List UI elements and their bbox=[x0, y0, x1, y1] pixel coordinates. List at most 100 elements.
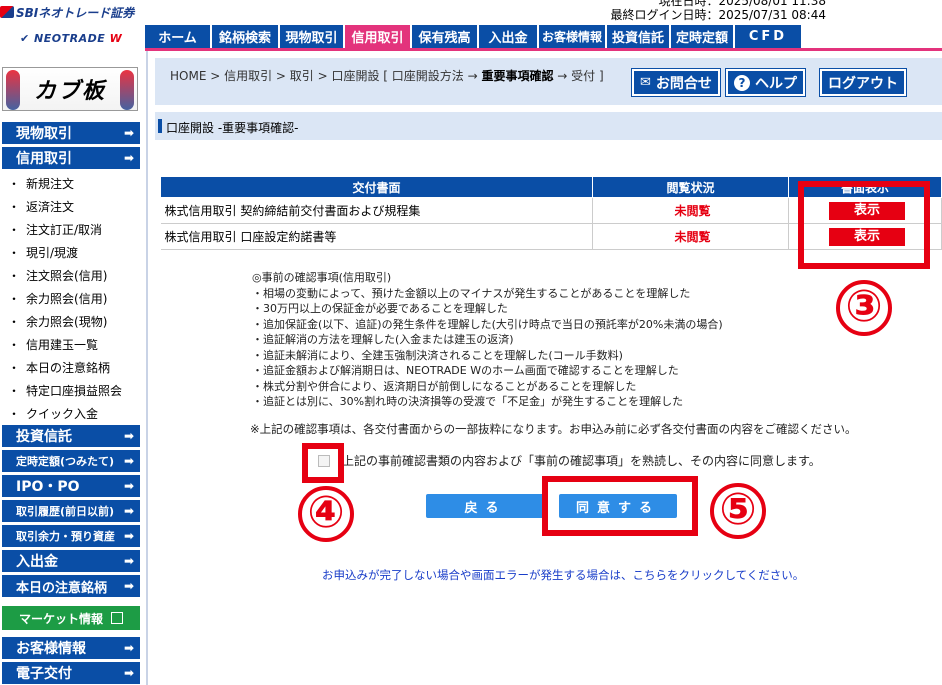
sbi-logo[interactable]: SBIネオトレード証券 bbox=[0, 2, 140, 22]
side-customer-label: お客様情報 bbox=[16, 641, 86, 657]
breadcrumb-path[interactable]: HOME > 信用取引 > 取引 > 口座開設 [ 口座開設方法 → bbox=[170, 69, 481, 83]
question-icon: ? bbox=[734, 74, 750, 91]
top-divider bbox=[145, 48, 942, 51]
side-rireki-label: 取引履歴(前日以前) bbox=[16, 505, 115, 518]
title-marker bbox=[158, 119, 162, 133]
market-info-button[interactable]: マーケット情報 bbox=[2, 606, 140, 630]
arrow-right-icon: ➡ bbox=[123, 479, 134, 493]
note-item: ・追証解消の方法を理解した(入金または建玉の返済) bbox=[252, 333, 514, 346]
external-link-icon bbox=[111, 612, 123, 624]
nav-teiji[interactable]: 定時定額 bbox=[671, 25, 735, 48]
note-item: ・追加保証金(以下、追証)の発生条件を理解した(大引け時点で当日の預託率が20%… bbox=[252, 317, 723, 331]
side-shinyo[interactable]: 信用取引 ➡ bbox=[2, 147, 140, 169]
nav-home[interactable]: ホーム bbox=[145, 25, 212, 48]
help-button[interactable]: ? ヘルプ bbox=[725, 68, 806, 97]
highlight-box-5 bbox=[542, 476, 698, 536]
market-info-label: マーケット情報 bbox=[18, 611, 103, 626]
help-label: ヘルプ bbox=[755, 75, 797, 92]
side-toushin[interactable]: 投資信託 ➡ bbox=[2, 425, 140, 447]
nav-nyushukkin[interactable]: 入出金 bbox=[479, 25, 539, 48]
side-sub-new-order[interactable]: 新規注文 bbox=[8, 172, 74, 194]
annotation-number-3: ③ bbox=[836, 280, 892, 336]
kabu-ita-banner[interactable]: カブ板 bbox=[2, 67, 138, 111]
sbi-mark-icon bbox=[0, 6, 14, 18]
neotrade-logo[interactable]: ✔ NEOTRADE W bbox=[20, 32, 122, 45]
back-button[interactable]: 戻る bbox=[426, 494, 545, 518]
side-yoryoku-label: 取引余力・預り資産 bbox=[16, 530, 115, 543]
side-genbutsu-label: 現物取引 bbox=[16, 126, 72, 142]
highlight-box-3 bbox=[798, 181, 930, 269]
side-teiji[interactable]: 定時定額(つみたて) ➡ bbox=[2, 450, 140, 472]
arrow-right-icon: ➡ bbox=[123, 641, 134, 655]
neotrade-w: W bbox=[109, 32, 123, 45]
banner-deco-icon bbox=[120, 70, 134, 110]
note-item: ・株式分割や併合により、返済期日が前倒しになることがあることを理解した bbox=[252, 379, 637, 393]
arrow-right-icon: ➡ bbox=[123, 554, 134, 568]
sbi-logo-text: SBIネオトレード証券 bbox=[16, 5, 135, 20]
contact-label: お問合せ bbox=[655, 75, 712, 92]
breadcrumb-current: 重要事項確認 bbox=[481, 69, 554, 83]
doc-name: 株式信用取引 契約締結前交付書面および規程集 bbox=[160, 197, 593, 224]
col-document: 交付書面 bbox=[160, 176, 593, 198]
side-denshi[interactable]: 電子交付 ➡ bbox=[2, 662, 140, 684]
logout-button[interactable]: ログアウト bbox=[819, 68, 907, 97]
side-nyushukkin[interactable]: 入出金 ➡ bbox=[2, 550, 140, 572]
kabu-ita-text: カブ板 bbox=[33, 78, 106, 104]
arrow-right-icon: ➡ bbox=[123, 151, 134, 165]
note-item: ・追証とは別に、30%割れ時の決済損等の受渡で「不足金」が発生することを理解した bbox=[252, 395, 684, 408]
side-sub-caution[interactable]: 本日の注意銘柄 bbox=[8, 356, 110, 378]
nav-customer[interactable]: お客様情報 bbox=[539, 25, 607, 48]
nav-shinyo[interactable]: 信用取引 bbox=[345, 25, 412, 48]
nav-toushin[interactable]: 投資信託 bbox=[607, 25, 671, 48]
confirmation-notes: ◎事前の確認事項(信用取引) ・相場の変動によって、預けた金額以上のマイナスが発… bbox=[252, 270, 723, 410]
top-nav: ホーム 銘柄検索 現物取引 信用取引 保有残高 入出金 お客様情報 投資信託 定… bbox=[145, 25, 803, 48]
contact-button[interactable]: ✉ お問合せ bbox=[631, 68, 721, 97]
side-customer[interactable]: お客様情報 ➡ bbox=[2, 637, 140, 659]
arrow-right-icon: ➡ bbox=[123, 529, 134, 543]
agree-label: 上記の事前確認書類の内容および「事前の確認事項」を熟読し、その内容に同意します。 bbox=[342, 454, 821, 468]
sidebar-divider bbox=[146, 51, 148, 685]
side-ipo[interactable]: IPO・PO ➡ bbox=[2, 475, 140, 497]
arrow-right-icon: ➡ bbox=[123, 579, 134, 593]
side-rireki[interactable]: 取引履歴(前日以前) ➡ bbox=[2, 500, 140, 522]
breadcrumb: HOME > 信用取引 > 取引 > 口座開設 [ 口座開設方法 → 重要事項確… bbox=[170, 67, 604, 84]
side-yoryoku[interactable]: 取引余力・預り資産 ➡ bbox=[2, 525, 140, 547]
page-title: 口座開設 -重要事項確認- bbox=[166, 121, 299, 135]
annotation-number-4: ④ bbox=[298, 486, 354, 542]
side-sub-margin-genbutsu[interactable]: 余力照会(現物) bbox=[8, 310, 107, 332]
annotation-number-5: ⑤ bbox=[710, 483, 766, 539]
notes-heading: ◎事前の確認事項(信用取引) bbox=[252, 271, 392, 284]
view-status: 未閲覧 bbox=[592, 223, 789, 250]
side-sub-positions[interactable]: 信用建玉一覧 bbox=[8, 333, 98, 355]
side-chui[interactable]: 本日の注意銘柄 ➡ bbox=[2, 575, 140, 597]
side-sub-tokutei[interactable]: 特定口座損益照会 bbox=[8, 379, 122, 401]
side-sub-quick-deposit[interactable]: クイック入金 bbox=[8, 402, 98, 424]
side-genbutsu[interactable]: 現物取引 ➡ bbox=[2, 122, 140, 144]
nav-hoyu[interactable]: 保有残高 bbox=[412, 25, 479, 48]
agree-row: 上記の事前確認書類の内容および「事前の確認事項」を熟読し、その内容に同意します。 bbox=[318, 452, 821, 469]
side-sub-margin-shinyo[interactable]: 余力照会(信用) bbox=[8, 287, 107, 309]
note-item: ・30万円以上の保証金が必要であることを理解した bbox=[252, 302, 508, 315]
side-sub-modify[interactable]: 注文訂正/取消 bbox=[8, 218, 102, 240]
note-item: ・相場の変動によって、預けた金額以上のマイナスが発生することがあることを理解した bbox=[252, 286, 691, 300]
page-title-bar: 口座開設 -重要事項確認- bbox=[155, 112, 942, 140]
logout-label: ログアウト bbox=[828, 75, 898, 92]
arrow-right-icon: ➡ bbox=[123, 126, 134, 140]
side-shinyo-label: 信用取引 bbox=[16, 151, 72, 167]
neotrade-text: NEOTRADE bbox=[34, 32, 106, 45]
help-link[interactable]: お申込みが完了しない場合や画面エラーが発生する場合は、こちらをクリックしてくださ… bbox=[322, 567, 804, 583]
doc-name: 株式信用取引 口座設定約諾書等 bbox=[160, 223, 593, 250]
side-sub-order-inquiry[interactable]: 注文照会(信用) bbox=[8, 264, 107, 286]
side-ipo-label: IPO・PO bbox=[16, 479, 80, 495]
footnote: ※上記の確認事項は、各交付書面からの一部抜粋になります。お申込み前に必ず各交付書… bbox=[250, 422, 857, 436]
side-sub-genbiki[interactable]: 現引/現渡 bbox=[8, 241, 78, 263]
nav-genbutsu[interactable]: 現物取引 bbox=[280, 25, 345, 48]
view-status: 未閲覧 bbox=[592, 197, 789, 224]
note-item: ・追証金額および解消期日は、NEOTRADE Wのホーム画面で確認することを理解… bbox=[252, 364, 679, 377]
nav-search[interactable]: 銘柄検索 bbox=[212, 25, 280, 48]
nav-cfd[interactable]: CFD bbox=[735, 25, 803, 48]
col-status: 閲覧状況 bbox=[592, 176, 789, 198]
side-sub-close-order[interactable]: 返済注文 bbox=[8, 195, 74, 217]
breadcrumb-suffix: → 受付 ] bbox=[553, 69, 604, 83]
banner-deco-icon bbox=[6, 70, 20, 110]
